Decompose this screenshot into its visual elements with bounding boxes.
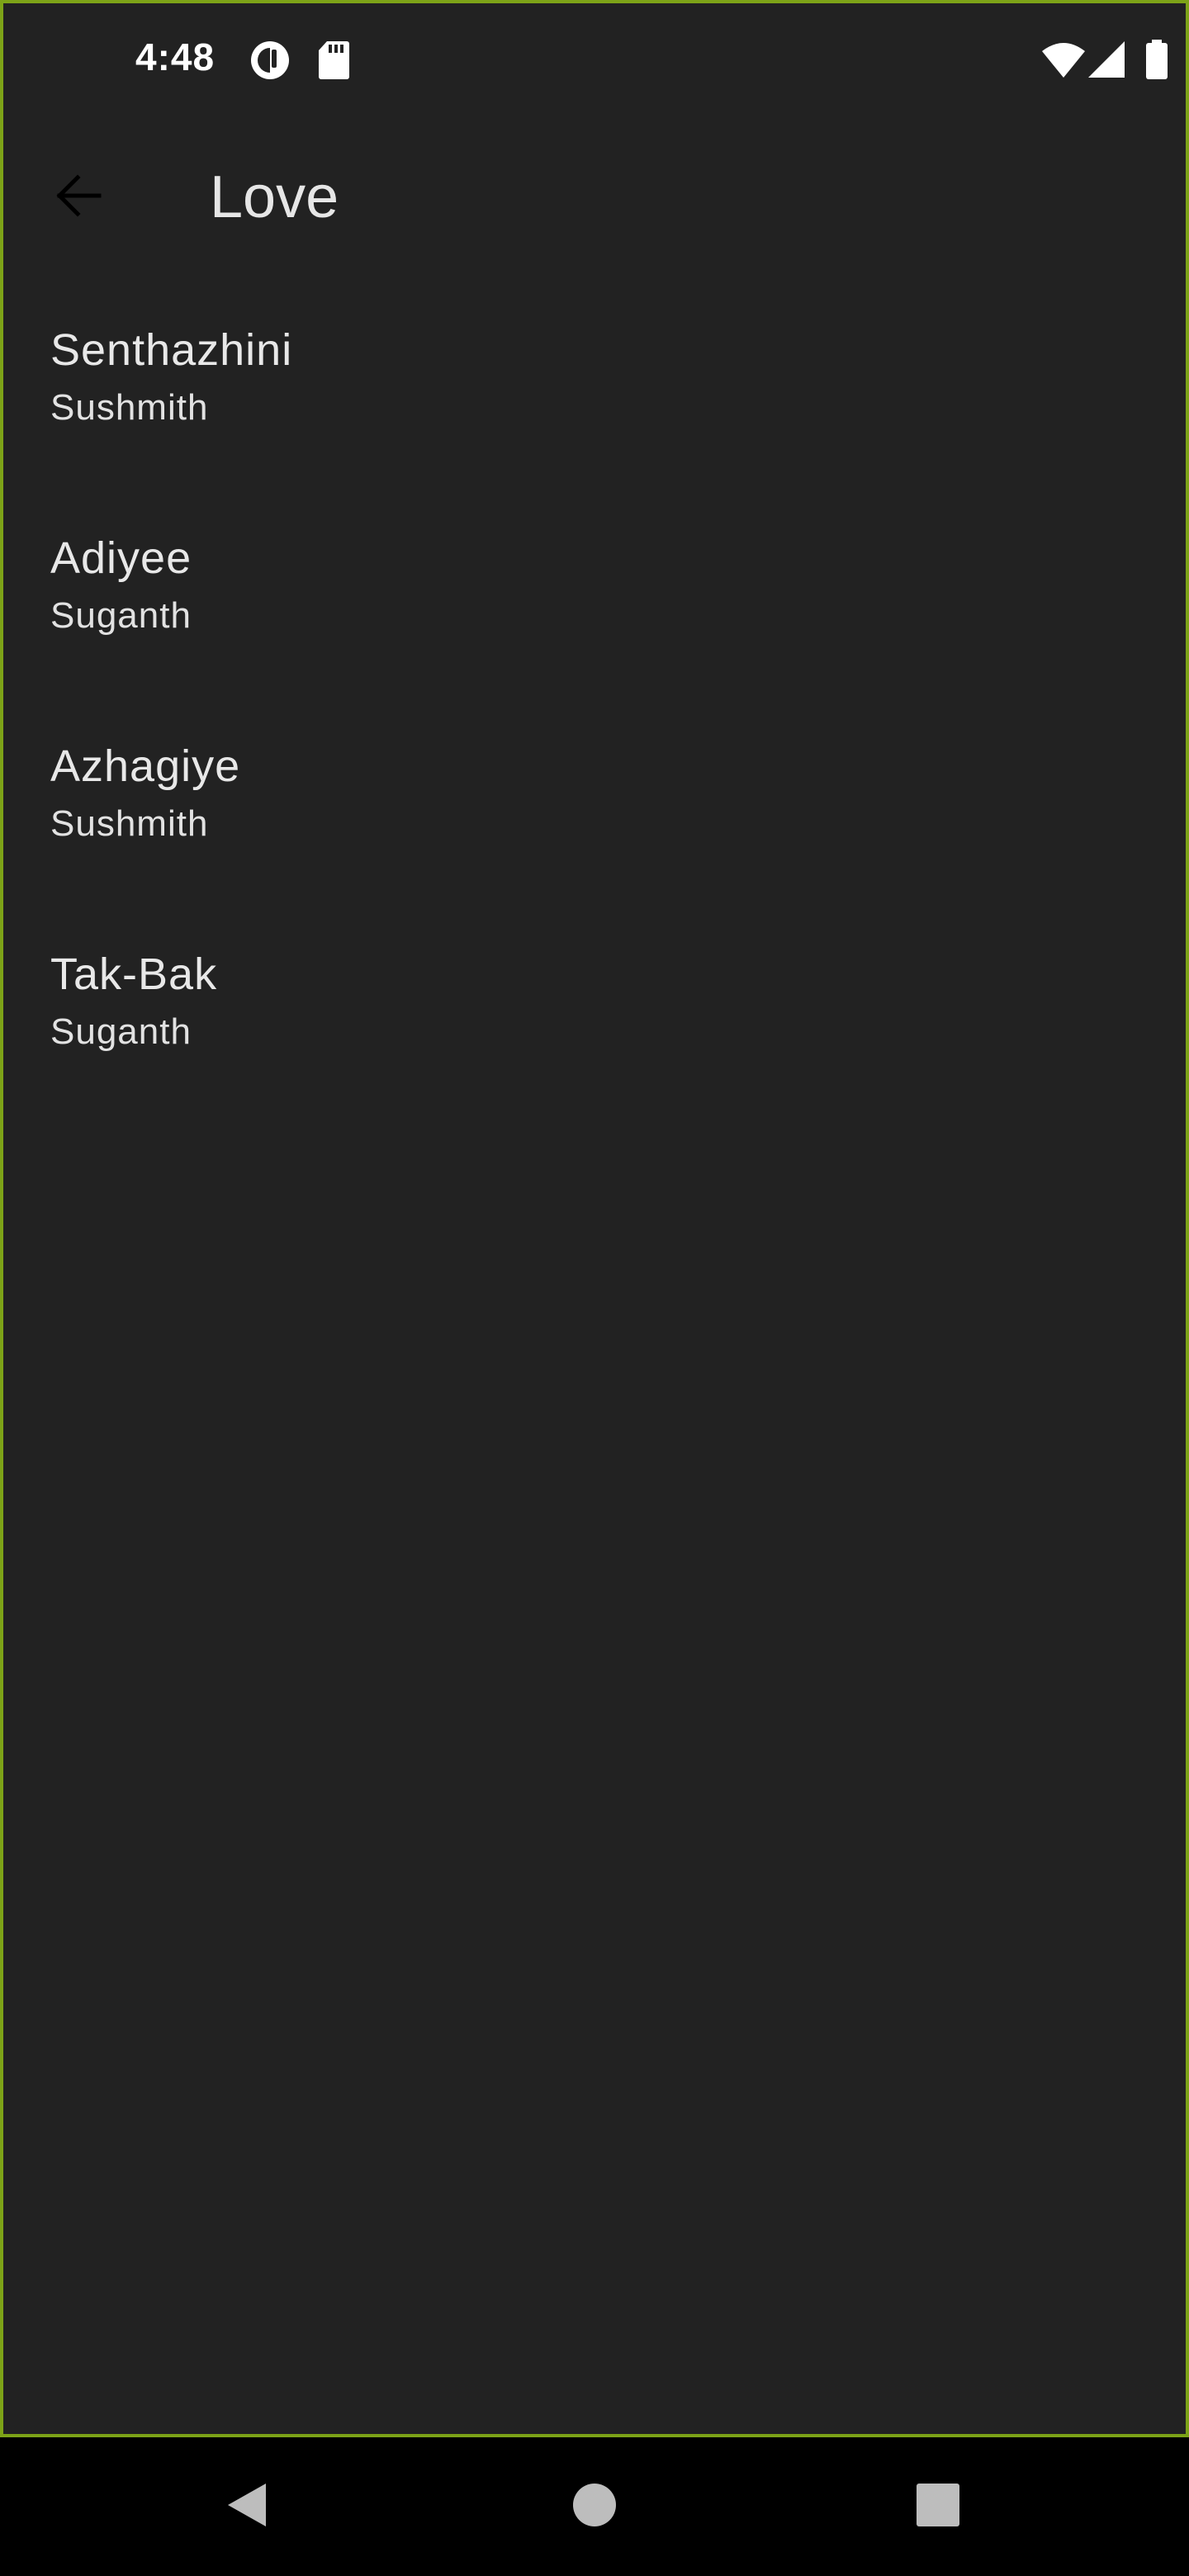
song-title: Tak-Bak [50, 949, 218, 999]
song-title: Azhagiye [50, 741, 241, 791]
recents-square-icon [913, 2480, 963, 2534]
cellular-signal-icon [1087, 40, 1126, 81]
song-artist: Suganth [50, 595, 192, 636]
song-title: Adiyee [50, 533, 192, 583]
song-artist: Suganth [50, 1011, 192, 1052]
nav-home-button[interactable] [561, 2474, 628, 2540]
song-list: Senthazhini Sushmith Adiyee Suganth Azha… [3, 301, 1186, 1133]
song-artist: Sushmith [50, 387, 209, 428]
nav-back-button[interactable] [215, 2474, 281, 2540]
song-title: Senthazhini [50, 325, 293, 375]
navigation-bar [0, 2437, 1189, 2576]
back-button[interactable] [36, 160, 119, 234]
status-time: 4:48 [135, 36, 216, 78]
page-title: Love [210, 164, 339, 230]
sd-card-icon [317, 40, 350, 81]
app-bar: Love [3, 135, 1186, 259]
song-artist: Sushmith [50, 803, 209, 844]
data-saver-icon [249, 40, 291, 81]
nav-recents-button[interactable] [905, 2474, 971, 2540]
status-bar: 4:48 [3, 3, 1186, 116]
back-triangle-icon [223, 2480, 272, 2534]
home-circle-icon [570, 2480, 619, 2534]
list-item[interactable]: Adiyee Suganth [3, 509, 1186, 717]
wifi-icon [1040, 40, 1087, 81]
arrow-back-icon [53, 171, 102, 225]
list-item[interactable]: Senthazhini Sushmith [3, 301, 1186, 509]
list-item[interactable]: Azhagiye Sushmith [3, 717, 1186, 925]
battery-icon [1144, 40, 1169, 81]
app-screen: 4:48 Love Senthazhini Sushmith Adiyee Su… [0, 0, 1189, 2437]
list-item[interactable]: Tak-Bak Suganth [3, 925, 1186, 1133]
